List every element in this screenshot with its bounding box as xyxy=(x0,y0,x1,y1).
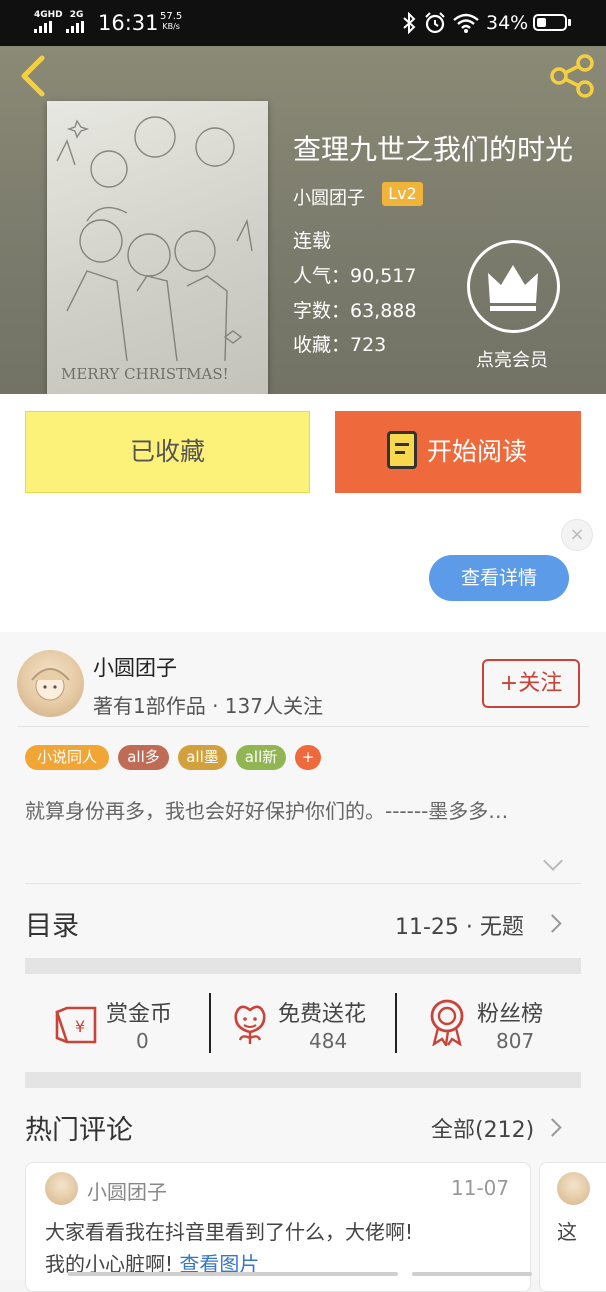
ad-banner: × 查看详情 xyxy=(0,511,606,632)
chevron-right-icon[interactable] xyxy=(543,1118,562,1137)
start-reading-label: 开始阅读 xyxy=(427,437,528,466)
avatar-illustration xyxy=(31,668,70,701)
divider xyxy=(17,726,589,727)
status-bar: 4GHD 2G 16:31 57.5 KB/s 34% xyxy=(0,0,606,46)
speed-unit: KB/s xyxy=(162,22,180,31)
commenter-avatar[interactable] xyxy=(45,1172,78,1205)
hot-comments-title: 热门评论 xyxy=(25,1115,133,1146)
reward-coins-label[interactable]: 赏金币 xyxy=(106,996,172,1028)
rosette-icon[interactable] xyxy=(426,998,468,1046)
divider xyxy=(395,993,397,1053)
collected-button[interactable]: 已收藏 xyxy=(25,411,310,493)
chevron-right-icon[interactable] xyxy=(543,914,562,933)
fan-ranking-label[interactable]: 粉丝榜 xyxy=(477,996,543,1028)
cover-illustration xyxy=(56,116,253,362)
red-envelope-icon[interactable]: ¥ xyxy=(53,1002,99,1046)
view-details-button[interactable]: 查看详情 xyxy=(429,555,569,601)
author-link[interactable]: 小圆团子 xyxy=(293,184,365,210)
comment-date: 11-07 xyxy=(451,1176,510,1200)
network-speed: 57.5 KB/s xyxy=(160,12,182,32)
vip-button[interactable] xyxy=(467,240,560,333)
reward-coins-value: 0 xyxy=(136,1029,149,1053)
chevron-down-icon[interactable] xyxy=(543,851,563,871)
battery-icon xyxy=(533,14,567,31)
follow-button[interactable]: +关注 xyxy=(482,659,580,708)
speed-value: 57.5 xyxy=(160,11,183,22)
popularity-stat: 人气：90,517 xyxy=(293,265,417,287)
favorites-stat: 收藏：723 xyxy=(293,334,387,356)
network-type-2: 2G xyxy=(69,10,84,20)
toc-title: 目录 xyxy=(25,911,79,942)
signal-bars-icon xyxy=(34,21,84,33)
alarm-icon xyxy=(425,12,445,34)
divider xyxy=(25,883,581,884)
vip-label: 点亮会员 xyxy=(476,350,548,371)
clock: 16:31 xyxy=(98,11,159,35)
network-type-1: 4GHD xyxy=(34,10,63,20)
cover-caption: MERRY CHRISTMAS! xyxy=(61,365,229,383)
comment-text: 这 xyxy=(557,1220,577,1244)
back-chevron-icon[interactable] xyxy=(16,54,48,98)
send-flowers-value: 484 xyxy=(309,1029,348,1053)
divider xyxy=(209,993,211,1053)
author-level-badge: Lv2 xyxy=(382,182,423,206)
close-icon[interactable]: × xyxy=(561,519,593,551)
author-avatar[interactable] xyxy=(17,650,84,717)
book-cover[interactable]: MERRY CHRISTMAS! xyxy=(47,101,268,394)
author-card: 小圆团子 著有1部作品 · 137人关注 +关注 小说同人 all多 all墨 … xyxy=(0,632,606,1292)
crown-icon xyxy=(488,265,538,311)
bluetooth-icon xyxy=(403,12,416,34)
fan-ranking-value: 807 xyxy=(496,1029,535,1053)
tag-all-xin[interactable]: all新 xyxy=(236,745,286,770)
flower-icon[interactable] xyxy=(230,1000,270,1046)
author-stats: 著有1部作品 · 137人关注 xyxy=(93,694,323,718)
svg-text:¥: ¥ xyxy=(75,1017,85,1036)
comment-text: 大家看看我在抖音里看到了什么，大佬啊! xyxy=(45,1220,414,1244)
section-separator xyxy=(25,1072,581,1088)
book-icon xyxy=(387,431,417,469)
book-description[interactable]: 就算身份再多，我也会好好保护你们的。------墨多多… xyxy=(25,798,575,825)
tag-novel-fanfic[interactable]: 小说同人 xyxy=(25,745,109,770)
toc-latest-chapter[interactable]: 11-25 · 无题 xyxy=(395,909,524,941)
section-separator xyxy=(25,958,581,974)
author-name: 小圆团子 xyxy=(93,656,177,680)
book-header: MERRY CHRISTMAS! 查理九世之我们的时光 小圆团子 Lv2 连载 … xyxy=(0,46,606,394)
battery-tip xyxy=(568,19,571,26)
tag-all-duo[interactable]: all多 xyxy=(118,745,169,770)
commenter-name[interactable]: 小圆团子 xyxy=(87,1176,167,1205)
action-bar: 已收藏 开始阅读 xyxy=(0,394,606,511)
horizontal-scrollbar[interactable] xyxy=(68,1272,398,1276)
start-reading-button[interactable]: 开始阅读 xyxy=(335,411,581,493)
add-tag-button[interactable]: + xyxy=(295,745,321,770)
serial-status: 连载 xyxy=(293,230,332,252)
tag-all-mo[interactable]: all墨 xyxy=(178,745,227,770)
all-comments-link[interactable]: 全部(212) xyxy=(431,1112,534,1144)
send-flowers-label[interactable]: 免费送花 xyxy=(278,996,366,1028)
word-count-stat: 字数：63,888 xyxy=(293,300,417,322)
horizontal-scrollbar-segment[interactable] xyxy=(412,1272,532,1276)
share-icon[interactable] xyxy=(549,54,597,98)
network-indicator: 4GHD 2G xyxy=(34,11,83,20)
battery-percent: 34% xyxy=(486,12,529,34)
wifi-icon xyxy=(453,13,479,33)
commenter-avatar[interactable] xyxy=(557,1172,590,1205)
comment-card[interactable]: 这 xyxy=(539,1162,606,1292)
book-title: 查理九世之我们的时光 xyxy=(293,133,574,166)
